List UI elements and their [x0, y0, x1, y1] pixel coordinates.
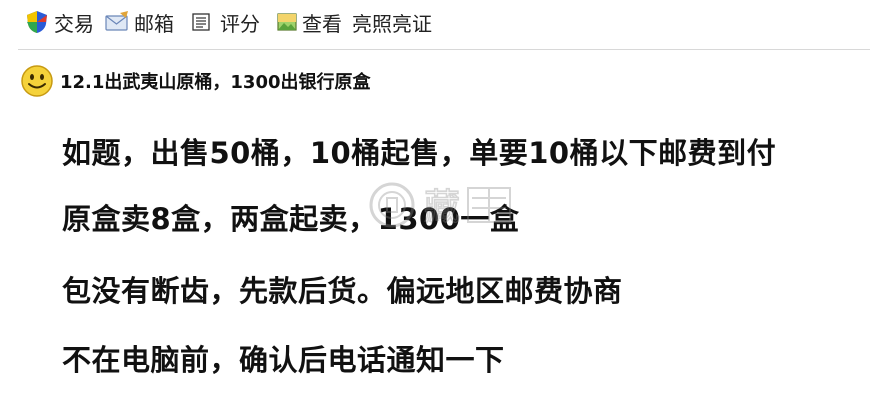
- license-button[interactable]: 亮照亮证: [352, 8, 432, 37]
- mailbox-button[interactable]: 邮箱: [104, 8, 174, 37]
- smiley-face-icon: [20, 64, 54, 98]
- post-line-4: 不在电脑前，确认后电话通知一下: [62, 343, 505, 377]
- toolbar-divider: [18, 49, 870, 50]
- shield-icon: [24, 9, 50, 35]
- trade-button[interactable]: 交易: [24, 8, 94, 37]
- post-line-3: 包没有断齿，先款后货。偏远地区邮费协商: [62, 274, 623, 308]
- picture-icon: [276, 11, 298, 33]
- post-line-2: 原盒卖8盒，两盒起卖，1300一盒: [62, 202, 520, 236]
- document-icon: [190, 11, 212, 33]
- view-label: 查看: [302, 11, 342, 36]
- envelope-icon: [104, 9, 130, 35]
- thread-title: 12.1出武夷山原桶，1300出银行原盒: [60, 72, 371, 93]
- thread-title-row: 12.1出武夷山原桶，1300出银行原盒: [20, 62, 371, 100]
- post-line-1: 如题，出售50桶，10桶起售，单要10桶以下邮费到付: [62, 136, 777, 170]
- post-toolbar: 交易 邮箱 评分 查看 亮照亮证: [0, 0, 870, 44]
- page: 交易 邮箱 评分 查看 亮照亮证 12.1出武夷山原桶，1300出银行原盒 如题…: [0, 0, 870, 402]
- mailbox-label: 邮箱: [134, 11, 174, 36]
- trade-label: 交易: [54, 11, 94, 36]
- view-button[interactable]: 查看: [270, 8, 342, 37]
- rate-button[interactable]: 评分: [220, 8, 260, 37]
